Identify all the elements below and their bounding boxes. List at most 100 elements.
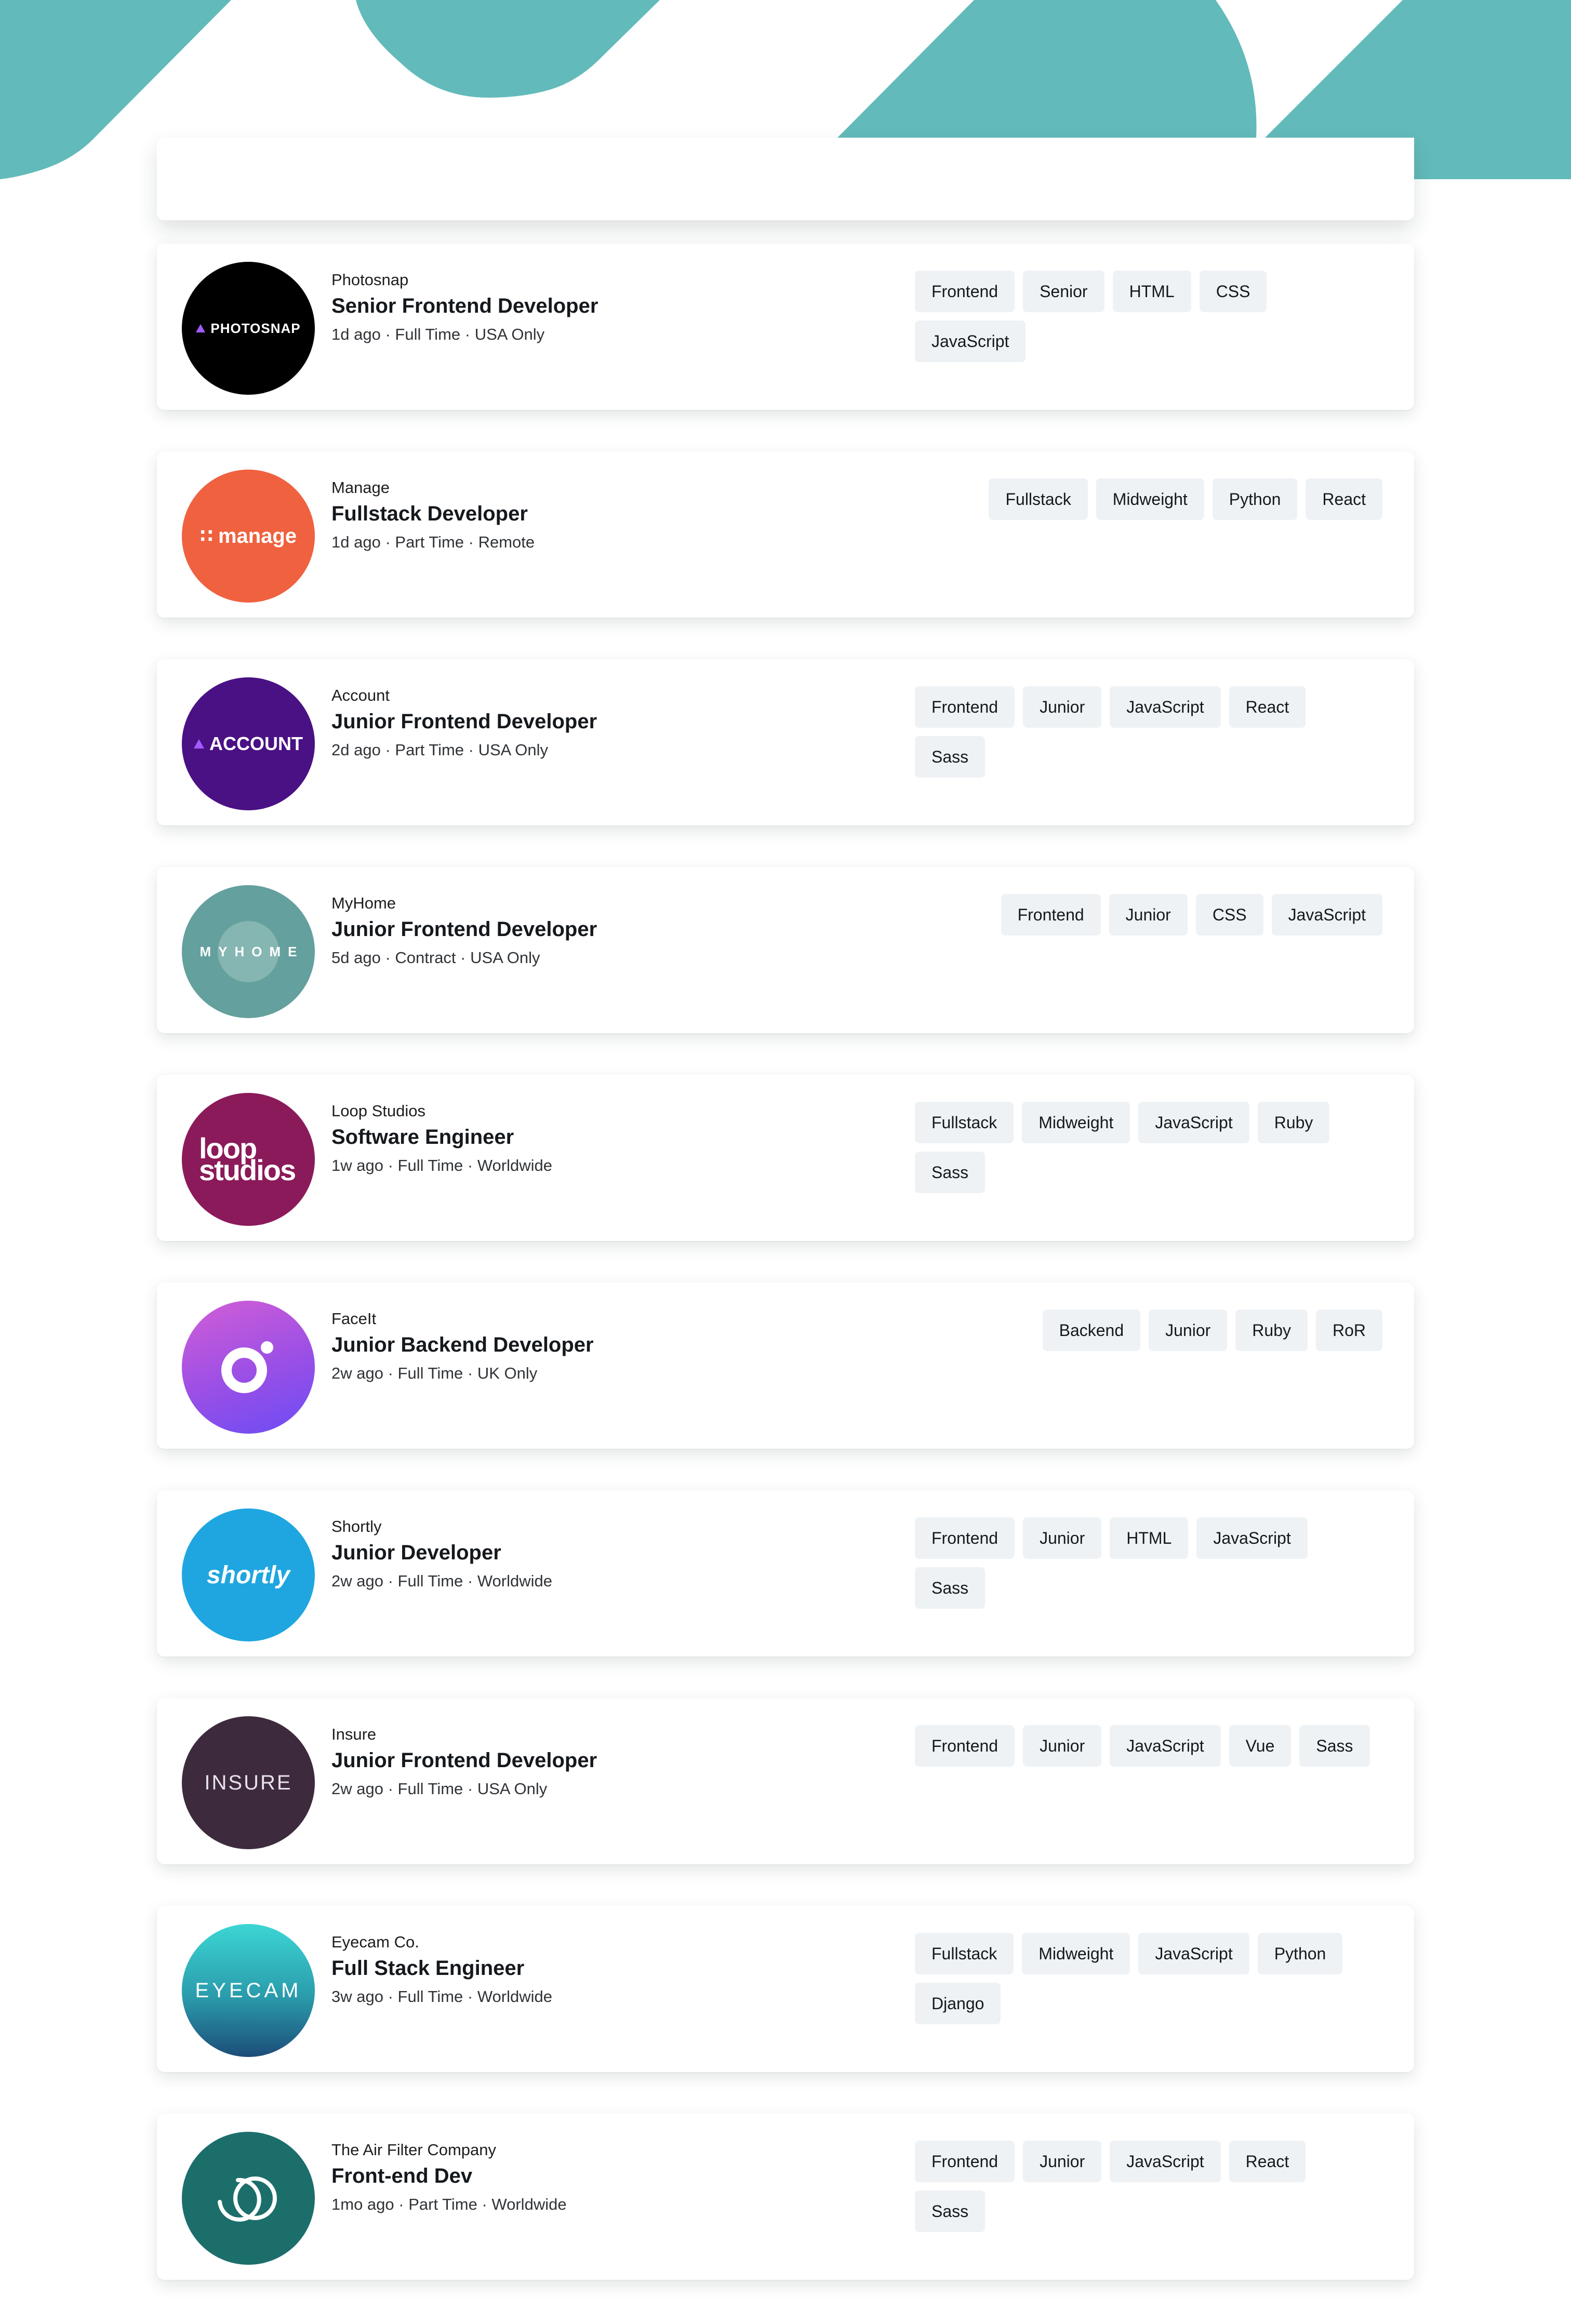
job-card[interactable]: MYHOME MyHome Junior Frontend Developer 5d … xyxy=(157,867,1414,1033)
posted-time: 2w ago xyxy=(331,1780,383,1798)
filter-bar[interactable] xyxy=(157,138,1414,220)
contract-type: Full Time xyxy=(397,1572,463,1590)
job-title[interactable]: Software Engineer xyxy=(331,1126,552,1149)
posted-time: 2w ago xyxy=(331,1572,383,1590)
tag-sass[interactable]: Sass xyxy=(915,1567,986,1609)
tag-vue[interactable]: Vue xyxy=(1229,1725,1292,1767)
tag-frontend[interactable]: Frontend xyxy=(915,2141,1015,2182)
tag-ror[interactable]: RoR xyxy=(1315,1310,1382,1351)
tag-javascript[interactable]: JavaScript xyxy=(1110,1725,1221,1767)
job-title[interactable]: Junior Backend Developer xyxy=(331,1333,594,1357)
tag-sass[interactable]: Sass xyxy=(915,2191,986,2232)
job-tags: Frontend Junior JavaScript React Sass xyxy=(915,686,1382,778)
tag-react[interactable]: React xyxy=(1229,2141,1306,2182)
tag-html[interactable]: HTML xyxy=(1112,271,1191,312)
job-info: The Air Filter Company Front-end Dev 1mo a… xyxy=(331,2141,567,2214)
tag-frontend[interactable]: Frontend xyxy=(915,271,1015,312)
logo-text: INSURE xyxy=(204,1771,292,1794)
company-logo: MYHOME xyxy=(182,885,315,1018)
tag-react[interactable]: React xyxy=(1229,686,1306,728)
tag-backend[interactable]: Backend xyxy=(1042,1310,1141,1351)
company-name[interactable]: Account xyxy=(331,686,597,705)
tag-frontend[interactable]: Frontend xyxy=(915,686,1015,728)
tag-junior[interactable]: Junior xyxy=(1109,894,1188,936)
tag-python[interactable]: Python xyxy=(1257,1933,1343,1974)
tag-frontend[interactable]: Frontend xyxy=(1001,894,1101,936)
tag-fullstack[interactable]: Fullstack xyxy=(989,478,1088,520)
company-name[interactable]: Photosnap xyxy=(331,271,598,289)
job-title[interactable]: Fullstack Developer xyxy=(331,502,535,526)
tag-fullstack[interactable]: Fullstack xyxy=(915,1102,1014,1143)
job-card[interactable]: shortly Shortly Junior Developer 2w ago · F… xyxy=(157,1490,1414,1657)
job-title[interactable]: Junior Frontend Developer xyxy=(331,710,597,733)
contract-type: Full Time xyxy=(397,1780,463,1798)
tag-css[interactable]: CSS xyxy=(1195,894,1263,936)
job-card[interactable]: PHOTOSNAP Photosnap Senior Frontend Develo… xyxy=(157,244,1414,410)
tag-junior[interactable]: Junior xyxy=(1023,2141,1102,2182)
tag-javascript[interactable]: JavaScript xyxy=(1196,1517,1308,1559)
job-card[interactable]: EYECAM Eyecam Co. Full Stack Engineer 3w ag… xyxy=(157,1906,1414,2072)
job-card[interactable]: loop studios Loop Studios Software Enginee… xyxy=(157,1075,1414,1241)
job-meta: 1w ago · Full Time · Worldwide xyxy=(331,1156,552,1175)
job-info: Insure Junior Frontend Developer 2w ago · … xyxy=(331,1725,597,1798)
job-card[interactable]: The Air Filter Company Front-end Dev 1mo a… xyxy=(157,2114,1414,2280)
meta-separator: · xyxy=(383,1780,398,1798)
tag-sass[interactable]: Sass xyxy=(915,1152,986,1193)
tag-ruby[interactable]: Ruby xyxy=(1235,1310,1308,1351)
tag-junior[interactable]: Junior xyxy=(1149,1310,1228,1351)
posted-time: 2w ago xyxy=(331,1364,383,1382)
company-name[interactable]: Manage xyxy=(331,478,535,497)
job-card[interactable]: ∷ manage Manage Fullstack Developer 1d ago ·… xyxy=(157,451,1414,618)
tag-django[interactable]: Django xyxy=(915,1983,1001,2024)
job-title[interactable]: Senior Frontend Developer xyxy=(331,295,598,318)
tag-javascript[interactable]: JavaScript xyxy=(1110,686,1221,728)
company-name[interactable]: The Air Filter Company xyxy=(331,2141,567,2159)
tag-react[interactable]: React xyxy=(1306,478,1382,520)
tag-javascript[interactable]: JavaScript xyxy=(1138,1933,1249,1974)
job-tags: Backend Junior Ruby RoR xyxy=(915,1310,1382,1351)
tag-css[interactable]: CSS xyxy=(1199,271,1267,312)
tag-ruby[interactable]: Ruby xyxy=(1257,1102,1330,1143)
job-tags: Frontend Junior JavaScript React Sass xyxy=(915,2141,1382,2232)
tag-midweight[interactable]: Midweight xyxy=(1022,1102,1130,1143)
company-logo: PHOTOSNAP xyxy=(182,262,315,395)
tag-javascript[interactable]: JavaScript xyxy=(1138,1102,1249,1143)
job-card[interactable]: INSURE Insure Junior Frontend Developer 2w … xyxy=(157,1698,1414,1864)
tag-sass[interactable]: Sass xyxy=(1299,1725,1370,1767)
company-name[interactable]: FaceIt xyxy=(331,1310,594,1328)
tag-python[interactable]: Python xyxy=(1212,478,1298,520)
tag-javascript[interactable]: JavaScript xyxy=(1271,894,1382,936)
tag-fullstack[interactable]: Fullstack xyxy=(915,1933,1014,1974)
tag-html[interactable]: HTML xyxy=(1110,1517,1189,1559)
logo-text: ACCOUNT xyxy=(209,733,303,754)
meta-separator: · xyxy=(383,1156,398,1174)
company-name[interactable]: Insure xyxy=(331,1725,597,1744)
tag-javascript[interactable]: JavaScript xyxy=(915,320,1026,362)
company-name[interactable]: MyHome xyxy=(331,894,597,913)
tag-junior[interactable]: Junior xyxy=(1023,686,1102,728)
job-title[interactable]: Junior Frontend Developer xyxy=(331,1749,597,1772)
logo-text: PHOTOSNAP xyxy=(210,320,301,336)
job-title[interactable]: Front-end Dev xyxy=(331,2165,567,2188)
company-name[interactable]: Shortly xyxy=(331,1517,552,1536)
job-title[interactable]: Junior Developer xyxy=(331,1541,552,1565)
tag-senior[interactable]: Senior xyxy=(1023,271,1104,312)
tag-javascript[interactable]: JavaScript xyxy=(1110,2141,1221,2182)
job-card[interactable]: FaceIt Junior Backend Developer 2w ago · F… xyxy=(157,1283,1414,1449)
tag-midweight[interactable]: Midweight xyxy=(1096,478,1204,520)
tag-frontend[interactable]: Frontend xyxy=(915,1725,1015,1767)
tag-midweight[interactable]: Midweight xyxy=(1022,1933,1130,1974)
tag-junior[interactable]: Junior xyxy=(1023,1725,1102,1767)
contract-type: Full Time xyxy=(397,1156,463,1174)
job-meta: 2d ago · Part Time · USA Only xyxy=(331,741,597,759)
job-card[interactable]: ACCOUNT Account Junior Frontend Developer 2… xyxy=(157,659,1414,825)
company-name[interactable]: Loop Studios xyxy=(331,1102,552,1120)
job-title[interactable]: Junior Frontend Developer xyxy=(331,918,597,941)
contract-type: Contract xyxy=(395,949,456,967)
tag-junior[interactable]: Junior xyxy=(1023,1517,1102,1559)
tag-sass[interactable]: Sass xyxy=(915,736,986,778)
company-name[interactable]: Eyecam Co. xyxy=(331,1933,552,1952)
tag-frontend[interactable]: Frontend xyxy=(915,1517,1015,1559)
contract-type: Part Time xyxy=(408,2195,477,2213)
job-title[interactable]: Full Stack Engineer xyxy=(331,1957,552,1980)
